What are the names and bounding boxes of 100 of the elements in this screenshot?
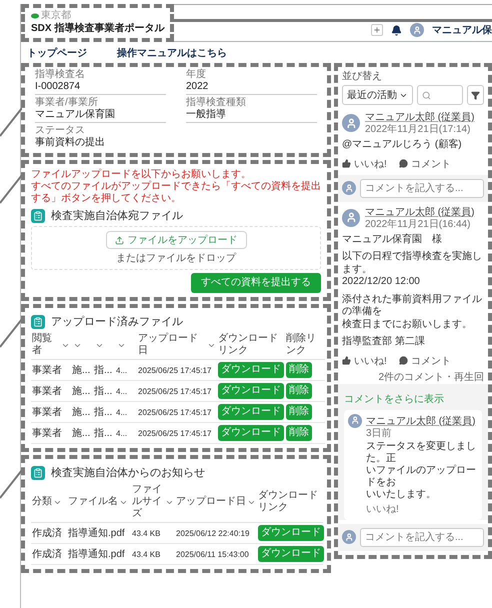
speech-bubble-icon xyxy=(398,159,408,168)
more-comments-link[interactable]: コメントをさらに表示 xyxy=(344,392,482,406)
clipboard-icon xyxy=(31,208,45,222)
table-cell: 施... xyxy=(71,360,93,380)
table-cell: 2025/06/12 22:40:19 xyxy=(175,522,257,544)
avatar-icon xyxy=(342,114,360,132)
column-header: ファイル名 xyxy=(68,496,118,508)
table-cell: 指導通知.pdf xyxy=(67,522,131,544)
comment-field[interactable]: コメントを記入する... xyxy=(360,528,484,546)
field-value: 2022 xyxy=(186,80,210,93)
field-value: 事前資料の提出 xyxy=(35,136,106,149)
column-header: ダウンロードリンク xyxy=(258,490,319,514)
section-title: アップロード済みファイル xyxy=(51,314,183,329)
org-name: 東京都 xyxy=(41,10,71,21)
comment-button[interactable]: コメント xyxy=(398,156,451,170)
table-cell: 2025/06/25 17:45:17 xyxy=(137,360,217,380)
upload-icon xyxy=(114,236,124,244)
instruction-text: ファイルアップロードを以下からお願いします。 すべてのファイルがアップロードできたら「すべての資料を提出する」ボタンを押してください。 xyxy=(31,169,321,205)
like-button[interactable]: いいね! xyxy=(342,156,387,170)
table-cell: 指... xyxy=(93,402,115,422)
section-title: 検査実施自治体宛ファイル xyxy=(51,208,183,223)
field-value: I-0002874 xyxy=(35,80,82,93)
table-cell: 事業者 xyxy=(31,402,71,422)
avatar-icon xyxy=(342,530,356,544)
user-name[interactable]: マニュアル保 xyxy=(432,23,492,37)
column-header: アップロード日 xyxy=(138,333,199,357)
field-value: マニュアル保育園 xyxy=(35,108,116,121)
table-cell: 4... xyxy=(115,402,137,422)
filter-icon xyxy=(471,90,480,100)
field-label: 事業者/事業所 xyxy=(35,97,99,108)
table-cell: 施... xyxy=(71,422,93,444)
thumbs-up-icon xyxy=(342,356,351,365)
avatar-icon xyxy=(348,414,362,428)
table-cell: 2025/06/25 17:45:17 xyxy=(137,380,217,402)
table-cell: 指... xyxy=(93,380,115,402)
nav-link[interactable]: トップページ xyxy=(27,46,87,60)
upload-button[interactable]: ファイルをアップロード xyxy=(106,231,246,249)
author-link[interactable]: マニュアル太郎 (従業員) xyxy=(365,204,474,218)
like-link[interactable]: いいね! xyxy=(366,502,478,516)
table-cell: 指導通知.pdf xyxy=(67,544,131,564)
column-header: アップロード日 xyxy=(176,496,246,508)
table-cell: 4... xyxy=(115,380,137,402)
author-link[interactable]: マニュアル太郎 (従業員) xyxy=(365,110,474,124)
table-cell: 2025/06/25 17:45:17 xyxy=(137,402,217,422)
field-value: 一般指導 xyxy=(186,108,227,121)
column-header: ファイルサイズ xyxy=(132,484,163,520)
thumbs-up-icon xyxy=(342,159,351,168)
avatar-icon xyxy=(342,181,356,195)
reply-text: ステータスを変更しました。正 いファイルのアップロードをお いいたします。 xyxy=(366,440,477,500)
like-button[interactable]: いいね! xyxy=(342,354,387,368)
table-cell: 43.4 KB xyxy=(131,522,175,544)
download-button[interactable]: ダウンロード xyxy=(218,404,284,420)
speech-bubble-icon xyxy=(398,356,408,365)
field-label: 指導検査種類 xyxy=(186,97,247,108)
table-cell: 指... xyxy=(93,422,115,444)
field-label: ステータス xyxy=(35,125,86,136)
bell-icon[interactable] xyxy=(391,24,402,36)
post-text: 以下の日程で指導検査を実施します。 2022/12/20 12:00 xyxy=(342,251,483,288)
table-cell: 指... xyxy=(93,360,115,380)
download-button[interactable]: ダウンロード xyxy=(258,525,324,541)
post-text: @マニュアルじろう (顧客) xyxy=(342,139,463,152)
post-text: 指導監査部 第二課 xyxy=(342,336,426,348)
download-button[interactable]: ダウンロード xyxy=(218,362,284,378)
download-button[interactable]: ダウンロード xyxy=(218,425,284,441)
field-label: 年度 xyxy=(186,69,207,80)
plus-icon xyxy=(373,26,381,34)
section-title: 検査実施自治体からのお知らせ xyxy=(51,466,205,480)
delete-button[interactable]: 削除 xyxy=(286,362,312,378)
download-button[interactable]: ダウンロード xyxy=(258,546,324,562)
table-cell: 事業者 xyxy=(31,360,71,380)
reply-time: 3日前 xyxy=(366,428,393,440)
table-cell: 事業者 xyxy=(31,422,71,444)
delete-button[interactable]: 削除 xyxy=(286,383,312,399)
post-text: マニュアル保育園 様 xyxy=(342,234,443,246)
filter-button[interactable] xyxy=(467,85,484,105)
drop-zone[interactable]: ファイルをアップロード またはファイルをドロップ xyxy=(31,226,321,270)
table-cell: 2025/06/25 17:45:17 xyxy=(137,422,217,444)
download-button[interactable]: ダウンロード xyxy=(218,383,284,399)
sort-dropdown[interactable]: 最近の活動 xyxy=(342,85,413,105)
search-field[interactable] xyxy=(417,85,463,105)
table-cell: 施... xyxy=(71,402,93,422)
post-time: 2022年11月21日(17:14) xyxy=(365,124,472,136)
portal-title: SDX 指導検査事業者ポータル xyxy=(31,21,164,35)
avatar-icon xyxy=(410,23,424,37)
post-text: 添付された事前資料用ファイルの準備を 検査日までにお願いします。 xyxy=(342,294,483,331)
delete-button[interactable]: 削除 xyxy=(286,404,312,420)
table-cell: 4... xyxy=(115,360,137,380)
author-link[interactable]: マニュアル太郎 (従業員) xyxy=(366,414,478,428)
delete-button[interactable]: 削除 xyxy=(286,425,312,441)
clipboard-icon xyxy=(31,314,45,328)
add-button[interactable] xyxy=(371,24,383,36)
submit-button[interactable]: すべての資料を提出する xyxy=(191,273,321,293)
post-time: 2022年11月21日(16:44) xyxy=(365,218,472,230)
nav-link[interactable]: 操作マニュアルはこちら xyxy=(117,46,227,60)
comment-field[interactable]: コメントを記入する... xyxy=(360,178,484,198)
comment-button[interactable]: コメント xyxy=(398,354,451,368)
field-label: 指導検査名 xyxy=(35,69,86,80)
table-cell: 事業者 xyxy=(31,380,71,402)
column-header: ダウンロードリンク xyxy=(218,333,279,357)
search-icon xyxy=(422,90,431,100)
